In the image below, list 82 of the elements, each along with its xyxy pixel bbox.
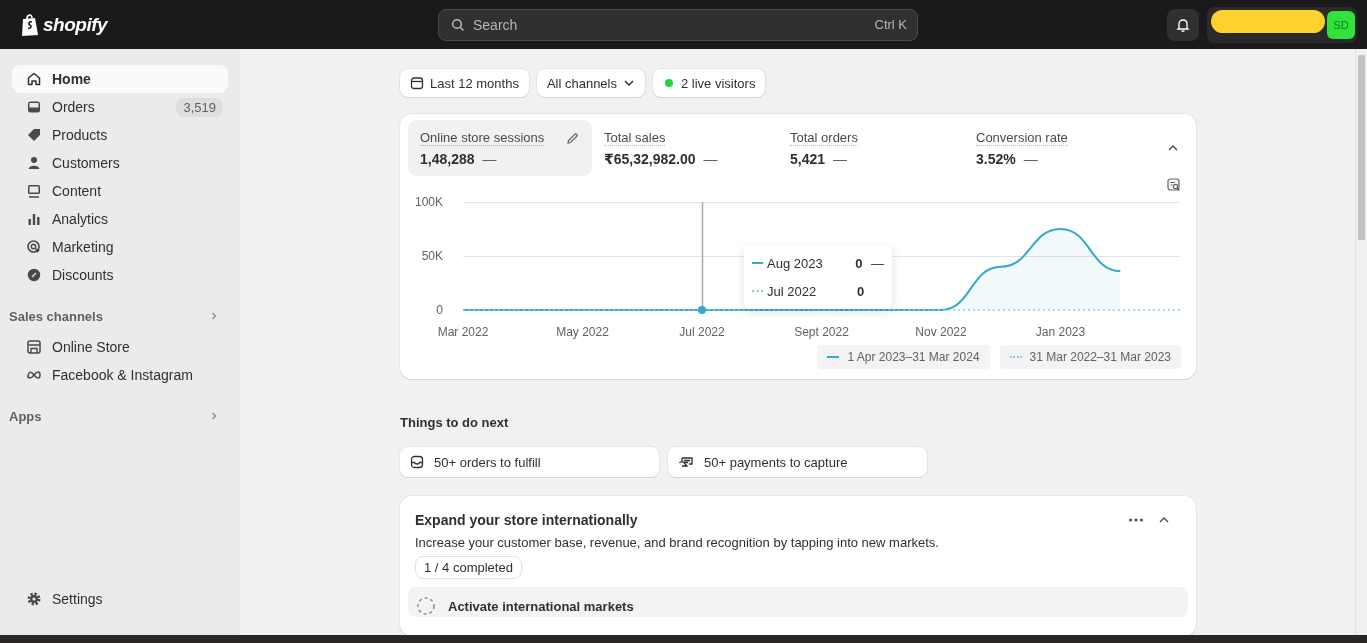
tooltip-label: Jul 2022 xyxy=(767,283,818,299)
task-button[interactable]: 50+ orders to fulfill xyxy=(400,447,659,477)
chevron-right-icon xyxy=(210,311,218,321)
metric-tab[interactable]: Conversion rate 3.52% — xyxy=(964,120,1148,176)
x-axis-label: Mar 2022 xyxy=(437,325,489,339)
dotted-line-key xyxy=(752,290,763,292)
chevron-down-icon xyxy=(623,79,635,87)
sidebar-item[interactable]: Content xyxy=(12,177,228,205)
dashed-circle-icon xyxy=(416,596,436,616)
trend-dash: — xyxy=(871,255,884,271)
y-axis-label: 100K xyxy=(414,195,443,209)
metric-tab[interactable]: Total sales ₹65,32,982.00 — xyxy=(592,120,778,176)
section-header[interactable]: Sales channels xyxy=(8,305,228,327)
setup-step[interactable]: Activate international markets xyxy=(408,587,1188,617)
search-input[interactable]: Search xyxy=(471,15,869,34)
scrollbar[interactable] xyxy=(1355,49,1367,635)
hover-point xyxy=(698,306,706,314)
tooltip-value: 0 xyxy=(857,283,866,299)
sidebar-item[interactable]: Orders 3,519 xyxy=(12,93,228,121)
shopping-bag-icon xyxy=(20,12,40,37)
scrollbar-thumb[interactable] xyxy=(1358,55,1365,240)
more-icon[interactable] xyxy=(1128,517,1144,523)
inbox-icon xyxy=(410,455,424,469)
tooltip-value: 0 xyxy=(855,255,864,271)
bell-icon xyxy=(1175,16,1191,33)
filter-button[interactable]: Last 12 months xyxy=(400,69,529,97)
inbox-tray-icon xyxy=(26,99,42,115)
person-icon xyxy=(26,155,42,171)
sidebar-item[interactable]: Home xyxy=(12,65,228,93)
card-title: Expand your store internationally xyxy=(415,512,639,528)
legend-item[interactable]: 1 Apr 2023–31 Mar 2024 xyxy=(817,345,990,369)
tooltip-label: Aug 2023 xyxy=(767,255,824,271)
x-axis-label: Jul 2022 xyxy=(679,325,725,339)
chevron-up-icon[interactable] xyxy=(1167,144,1179,152)
chevron-up-icon[interactable] xyxy=(1158,516,1170,524)
home-icon xyxy=(26,71,42,87)
y-axis-label: 0 xyxy=(436,303,443,317)
section-title: Sales channels xyxy=(9,308,103,324)
sidebar-item[interactable]: Facebook & Instagram xyxy=(12,361,228,389)
task-button[interactable]: 50+ payments to capture xyxy=(668,447,927,477)
bar-chart-icon xyxy=(26,211,42,227)
section-title: Apps xyxy=(9,408,42,424)
x-axis-label: Jan 2023 xyxy=(1035,325,1086,339)
sidebar-item[interactable]: Products xyxy=(12,121,228,149)
chevron-right-icon xyxy=(210,411,218,421)
discount-badge-icon xyxy=(26,267,42,283)
gear-icon xyxy=(26,591,42,607)
sidebar-item[interactable]: Online Store xyxy=(12,333,228,361)
sidebar-item[interactable]: Customers xyxy=(12,149,228,177)
logo-text[interactable]: shopify xyxy=(43,13,108,36)
target-icon xyxy=(26,239,42,255)
section-header[interactable]: Apps xyxy=(8,405,228,427)
progress-badge: 1 / 4 completed xyxy=(415,556,522,579)
count-badge: 3,519 xyxy=(176,97,223,117)
filter-button[interactable]: All channels xyxy=(536,69,645,97)
search-icon xyxy=(451,17,465,32)
sidebar-item[interactable]: Analytics xyxy=(12,205,228,233)
notifications-button[interactable] xyxy=(1167,8,1199,41)
live-status-dot xyxy=(665,79,673,87)
x-axis-label: Sept 2022 xyxy=(794,325,849,339)
x-axis-label: May 2022 xyxy=(556,325,609,339)
sidebar-item[interactable]: Marketing xyxy=(12,233,228,261)
search-bar[interactable]: Search Ctrl K xyxy=(438,8,918,41)
tag-icon xyxy=(26,127,42,143)
section-title: Things to do next xyxy=(400,415,510,430)
sidebar-item[interactable]: Discounts xyxy=(12,261,228,289)
card-description: Increase your customer base, revenue, and brand recognition by tapping into new markets. xyxy=(415,535,940,550)
storefront-icon xyxy=(26,339,42,355)
monitor-icon xyxy=(26,183,42,199)
y-axis-label: 50K xyxy=(421,249,443,263)
chart-search-icon[interactable] xyxy=(1167,178,1181,192)
cash-in-hand-icon xyxy=(678,455,694,469)
pencil-icon[interactable] xyxy=(566,131,580,145)
settings-link[interactable]: Settings xyxy=(12,585,228,613)
metric-tab[interactable]: Online store sessions 1,48,288 — xyxy=(408,120,592,176)
solid-line-key xyxy=(752,262,763,264)
shortcut-hint: Ctrl K xyxy=(874,17,907,32)
filter-button[interactable]: 2 live visitors xyxy=(653,69,766,97)
metric-tab[interactable]: Total orders 5,421 — xyxy=(778,120,964,176)
legend-item[interactable]: 31 Mar 2022–31 Mar 2023 xyxy=(999,345,1181,369)
x-axis-label: Nov 2022 xyxy=(915,325,967,339)
calendar-icon xyxy=(410,76,424,90)
